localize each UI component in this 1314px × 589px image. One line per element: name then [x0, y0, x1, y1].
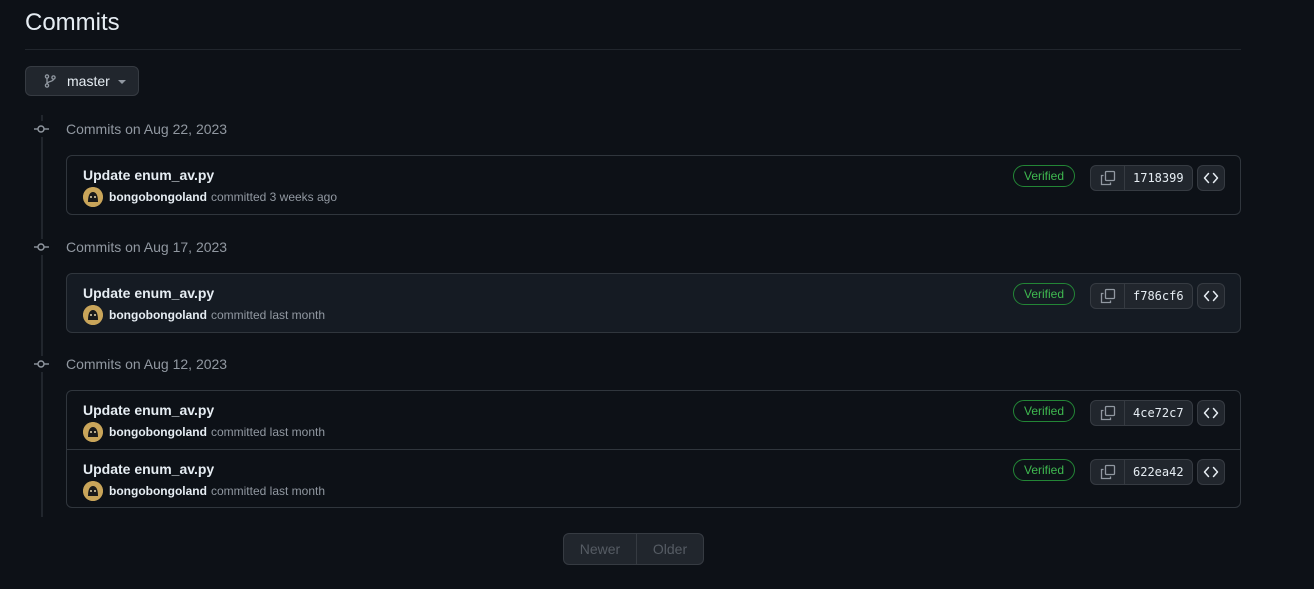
pagination: Newer Older — [563, 533, 704, 565]
git-commit-icon — [33, 121, 49, 137]
timeline-line — [41, 115, 43, 517]
commit-list: Update enum_av.py bongobongoland committ… — [66, 273, 1241, 333]
older-button[interactable]: Older — [637, 534, 703, 564]
avatar[interactable] — [83, 305, 103, 325]
sha-button-group: 622ea42 — [1090, 459, 1193, 485]
commit-sha-link[interactable]: f786cf6 — [1125, 284, 1192, 308]
commit-message-link[interactable]: Update enum_av.py — [83, 461, 214, 477]
browse-repo-button[interactable] — [1197, 283, 1225, 309]
commit-message-link[interactable]: Update enum_av.py — [83, 402, 214, 418]
browse-repo-button[interactable] — [1197, 165, 1225, 191]
title-divider — [25, 49, 1241, 50]
commit-list: Update enum_av.py bongobongoland committ… — [66, 390, 1241, 508]
commit-row: Update enum_av.py bongobongoland committ… — [67, 274, 1240, 332]
commit-time: committed 3 weeks ago — [210, 190, 338, 204]
copy-sha-button[interactable] — [1091, 401, 1125, 425]
verified-badge[interactable]: Verified — [1013, 400, 1076, 422]
caret-down-icon — [117, 80, 126, 84]
copy-icon — [1100, 405, 1115, 421]
code-icon — [1203, 466, 1219, 478]
commit-row: Update enum_av.py bongobongoland committ… — [67, 449, 1240, 507]
avatar[interactable] — [83, 187, 103, 207]
code-icon — [1203, 172, 1219, 184]
commit-message-link[interactable]: Update enum_av.py — [83, 285, 214, 301]
verified-badge[interactable]: Verified — [1013, 283, 1076, 305]
author-link[interactable]: bongobongoland — [109, 190, 207, 204]
verified-badge[interactable]: Verified — [1013, 459, 1076, 481]
copy-icon — [1100, 170, 1115, 186]
commit-group-header: Commits on Aug 17, 2023 — [33, 237, 227, 257]
commit-message-link[interactable]: Update enum_av.py — [83, 167, 214, 183]
copy-sha-button[interactable] — [1091, 284, 1125, 308]
avatar[interactable] — [83, 481, 103, 501]
git-commit-icon — [33, 239, 49, 255]
commit-sha-link[interactable]: 1718399 — [1125, 166, 1192, 190]
copy-sha-button[interactable] — [1091, 166, 1125, 190]
newer-button[interactable]: Newer — [564, 534, 637, 564]
sha-button-group: 1718399 — [1090, 165, 1193, 191]
commit-group-date: Commits on Aug 22, 2023 — [66, 121, 228, 137]
copy-sha-button[interactable] — [1091, 460, 1125, 484]
page-title: Commits — [25, 9, 120, 36]
commit-time: committed last month — [210, 308, 326, 322]
code-icon — [1203, 407, 1219, 419]
author-link[interactable]: bongobongoland — [109, 308, 207, 322]
commit-group-date: Commits on Aug 12, 2023 — [66, 356, 228, 372]
sha-button-group: f786cf6 — [1090, 283, 1193, 309]
author-link[interactable]: bongobongoland — [109, 425, 207, 439]
commits-page: Commits master Commits on Aug 22, 2023 U… — [0, 0, 1314, 589]
commit-group-header: Commits on Aug 22, 2023 — [33, 119, 227, 139]
sha-button-group: 4ce72c7 — [1090, 400, 1193, 426]
commit-meta: bongobongoland committed last month — [83, 481, 325, 501]
commit-group-header: Commits on Aug 12, 2023 — [33, 354, 227, 374]
branch-selector-button[interactable]: master — [25, 66, 139, 96]
commit-sha-link[interactable]: 622ea42 — [1125, 460, 1192, 484]
copy-icon — [1100, 464, 1115, 480]
branch-name: master — [67, 73, 110, 89]
copy-icon — [1100, 288, 1115, 304]
commit-list: Update enum_av.py bongobongoland committ… — [66, 155, 1241, 215]
commit-group-date: Commits on Aug 17, 2023 — [66, 239, 228, 255]
commit-meta: bongobongoland committed last month — [83, 305, 325, 325]
commit-time: committed last month — [210, 425, 326, 439]
git-branch-icon — [42, 73, 58, 89]
commit-row: Update enum_av.py bongobongoland committ… — [67, 156, 1240, 214]
browse-repo-button[interactable] — [1197, 400, 1225, 426]
verified-badge[interactable]: Verified — [1013, 165, 1076, 187]
commit-meta: bongobongoland committed 3 weeks ago — [83, 187, 337, 207]
commit-meta: bongobongoland committed last month — [83, 422, 325, 442]
avatar[interactable] — [83, 422, 103, 442]
git-commit-icon — [33, 356, 49, 372]
browse-repo-button[interactable] — [1197, 459, 1225, 485]
commit-sha-link[interactable]: 4ce72c7 — [1125, 401, 1192, 425]
code-icon — [1203, 290, 1219, 302]
commit-time: committed last month — [210, 484, 326, 498]
commit-row: Update enum_av.py bongobongoland committ… — [67, 391, 1240, 449]
author-link[interactable]: bongobongoland — [109, 484, 207, 498]
